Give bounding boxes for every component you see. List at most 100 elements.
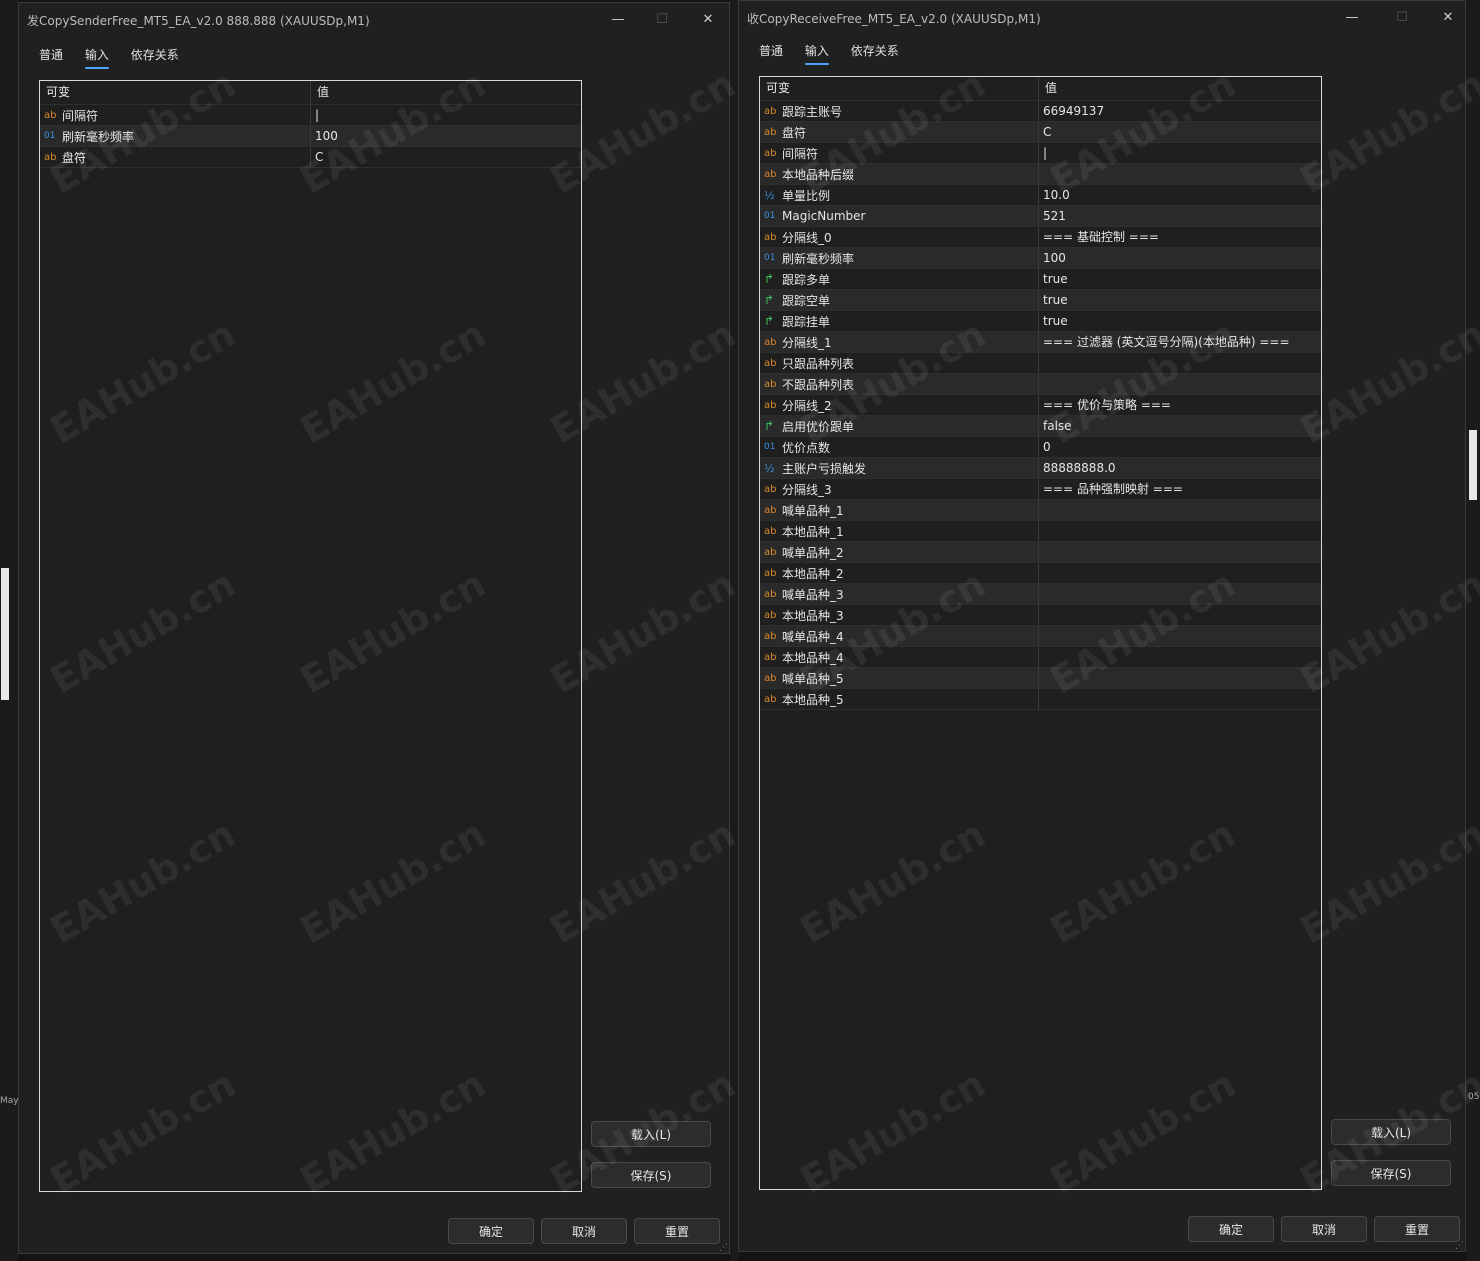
- input-row[interactable]: ab 喊单品种_4: [760, 626, 1321, 647]
- load-button[interactable]: 载入(L): [591, 1121, 711, 1147]
- minimize-button[interactable]: —: [1337, 7, 1367, 29]
- receiver-dialog: 收CopyReceiveFree_MT5_EA_v2.0 (XAUUSDp,M1…: [738, 0, 1466, 1252]
- tab-dependencies[interactable]: 依存关系: [851, 42, 899, 63]
- input-row[interactable]: ↱ 跟踪多单 true: [760, 269, 1321, 290]
- input-value[interactable]: [1039, 353, 1043, 373]
- input-value[interactable]: false: [1039, 416, 1072, 436]
- input-value[interactable]: 521: [1039, 206, 1066, 226]
- sender-titlebar[interactable]: 发CopySenderFree_MT5_EA_v2.0 888.888 (XAU…: [19, 3, 729, 35]
- input-row[interactable]: ↱ 启用优价跟单 false: [760, 416, 1321, 437]
- column-header-value[interactable]: 值: [311, 81, 329, 104]
- column-header-variable[interactable]: 可变: [40, 81, 311, 104]
- input-value[interactable]: === 过滤器 (英文逗号分隔)(本地品种) ===: [1039, 332, 1290, 352]
- input-row[interactable]: ab 本地品种_2: [760, 563, 1321, 584]
- input-row[interactable]: 01 刷新毫秒频率 100: [760, 248, 1321, 269]
- input-value[interactable]: [1039, 542, 1043, 562]
- string-type-icon: ab: [764, 231, 777, 243]
- input-row[interactable]: ab 盘符 C: [760, 122, 1321, 143]
- input-name-cell: ab 间隔符: [760, 143, 1039, 163]
- input-row[interactable]: ab 喊单品种_1: [760, 500, 1321, 521]
- input-row[interactable]: ab 分隔线_3 === 品种强制映射 ===: [760, 479, 1321, 500]
- load-button[interactable]: 载入(L): [1331, 1119, 1451, 1145]
- input-value[interactable]: |: [311, 105, 319, 125]
- resize-grip-icon[interactable]: ⋰: [1455, 1241, 1465, 1251]
- input-value[interactable]: === 基础控制 ===: [1039, 227, 1159, 247]
- input-value[interactable]: 10.0: [1039, 185, 1070, 205]
- tab-inputs[interactable]: 输入: [804, 42, 829, 65]
- input-row[interactable]: ab 分隔线_1 === 过滤器 (英文逗号分隔)(本地品种) ===: [760, 332, 1321, 353]
- input-row[interactable]: ab 分隔线_2 === 优价与策略 ===: [760, 395, 1321, 416]
- input-row[interactable]: 01 优价点数 0: [760, 437, 1321, 458]
- close-button[interactable]: ✕: [693, 9, 723, 31]
- cancel-button[interactable]: 取消: [541, 1218, 627, 1244]
- cancel-button[interactable]: 取消: [1281, 1216, 1367, 1242]
- tab-general[interactable]: 普通: [39, 46, 63, 67]
- save-button[interactable]: 保存(S): [591, 1162, 711, 1188]
- input-value[interactable]: [1039, 164, 1043, 184]
- input-value[interactable]: true: [1039, 269, 1068, 289]
- input-value[interactable]: 88888888.0: [1039, 458, 1116, 478]
- input-name-cell: ↱ 启用优价跟单: [760, 416, 1039, 436]
- input-value[interactable]: [1039, 584, 1043, 604]
- input-value[interactable]: [1039, 521, 1043, 541]
- input-value[interactable]: [1039, 374, 1043, 394]
- input-value[interactable]: [1039, 647, 1043, 667]
- input-value[interactable]: [1039, 668, 1043, 688]
- ok-button[interactable]: 确定: [448, 1218, 534, 1244]
- input-value[interactable]: [1039, 500, 1043, 520]
- input-row[interactable]: ab 本地品种_5: [760, 689, 1321, 710]
- input-row[interactable]: ab 本地品种_4: [760, 647, 1321, 668]
- ok-button[interactable]: 确定: [1188, 1216, 1274, 1242]
- input-row[interactable]: ab 盘符 C: [40, 147, 581, 168]
- reset-button[interactable]: 重置: [1374, 1216, 1460, 1242]
- input-value[interactable]: [1039, 626, 1043, 646]
- input-value[interactable]: 0: [1039, 437, 1051, 457]
- close-button[interactable]: ✕: [1433, 7, 1463, 29]
- input-row[interactable]: ab 喊单品种_2: [760, 542, 1321, 563]
- input-row[interactable]: 01 刷新毫秒频率 100: [40, 126, 581, 147]
- input-value[interactable]: 66949137: [1039, 101, 1104, 121]
- input-row[interactable]: ab 只跟品种列表: [760, 353, 1321, 374]
- input-row[interactable]: ab 跟踪主账号 66949137: [760, 101, 1321, 122]
- input-row[interactable]: ab 本地品种_3: [760, 605, 1321, 626]
- input-row[interactable]: 01 MagicNumber 521: [760, 206, 1321, 227]
- tab-dependencies[interactable]: 依存关系: [131, 46, 179, 67]
- input-value[interactable]: |: [1039, 143, 1047, 163]
- input-value[interactable]: === 品种强制映射 ===: [1039, 479, 1183, 499]
- save-button[interactable]: 保存(S): [1331, 1160, 1451, 1186]
- input-row[interactable]: ½ 单量比例 10.0: [760, 185, 1321, 206]
- input-name-cell: 01 刷新毫秒频率: [760, 248, 1039, 268]
- input-row[interactable]: ab 间隔符 |: [40, 105, 581, 126]
- input-name: 只跟品种列表: [782, 356, 855, 371]
- input-value[interactable]: [1039, 605, 1043, 625]
- input-value[interactable]: true: [1039, 290, 1068, 310]
- input-value[interactable]: C: [1039, 122, 1051, 142]
- input-value[interactable]: 100: [311, 126, 338, 146]
- column-header-value[interactable]: 值: [1039, 77, 1057, 100]
- receiver-titlebar[interactable]: 收CopyReceiveFree_MT5_EA_v2.0 (XAUUSDp,M1…: [739, 1, 1465, 33]
- input-row[interactable]: ab 本地品种后缀: [760, 164, 1321, 185]
- resize-grip-icon[interactable]: ⋰: [719, 1243, 729, 1253]
- input-name-cell: ab 喊单品种_3: [760, 584, 1039, 604]
- input-value[interactable]: [1039, 689, 1043, 709]
- input-row[interactable]: ↱ 跟踪空单 true: [760, 290, 1321, 311]
- reset-button[interactable]: 重置: [634, 1218, 720, 1244]
- input-value[interactable]: 100: [1039, 248, 1066, 268]
- minimize-button[interactable]: —: [603, 9, 633, 31]
- input-row[interactable]: ab 本地品种_1: [760, 521, 1321, 542]
- input-value[interactable]: C: [311, 147, 323, 167]
- input-row[interactable]: ab 喊单品种_3: [760, 584, 1321, 605]
- input-row[interactable]: ½ 主账户亏损触发 88888888.0: [760, 458, 1321, 479]
- input-row[interactable]: ab 不跟品种列表: [760, 374, 1321, 395]
- input-row[interactable]: ab 分隔线_0 === 基础控制 ===: [760, 227, 1321, 248]
- input-row[interactable]: ↱ 跟踪挂单 true: [760, 311, 1321, 332]
- tab-inputs[interactable]: 输入: [84, 46, 109, 69]
- column-header-variable[interactable]: 可变: [760, 77, 1039, 100]
- input-row[interactable]: ab 间隔符 |: [760, 143, 1321, 164]
- input-name: 间隔符: [62, 108, 99, 123]
- input-value[interactable]: === 优价与策略 ===: [1039, 395, 1171, 415]
- input-row[interactable]: ab 喊单品种_5: [760, 668, 1321, 689]
- input-value[interactable]: [1039, 563, 1043, 583]
- input-value[interactable]: true: [1039, 311, 1068, 331]
- tab-general[interactable]: 普通: [759, 42, 783, 63]
